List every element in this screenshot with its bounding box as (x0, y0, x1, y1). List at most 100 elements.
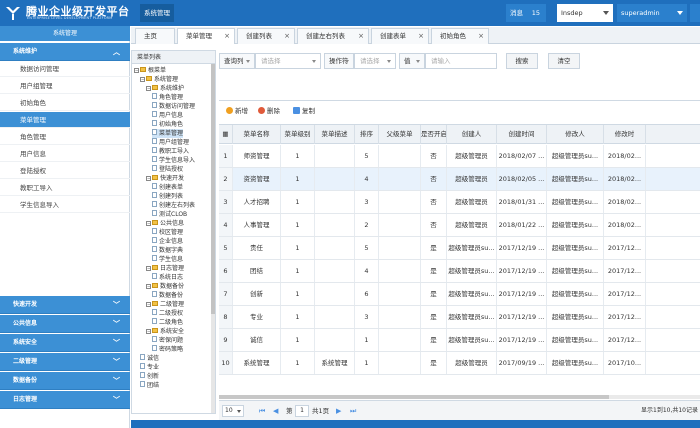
clear-button[interactable]: 清空 (548, 53, 580, 69)
sidebar-section[interactable]: 日志管理 ﹀ (0, 391, 130, 409)
search-button[interactable]: 搜索 (506, 53, 538, 69)
collapse-icon[interactable]: − (146, 284, 151, 289)
user-menu[interactable]: superadmin (617, 4, 687, 22)
tree-scrollbar-thumb[interactable] (211, 64, 215, 314)
table-row[interactable]: 9 诚信 1 1 是超级管理员su... 2017/12/19 ... 超级管理员su...… (219, 329, 700, 352)
query-column-select[interactable]: 请选择 (255, 53, 321, 69)
tree-node[interactable]: 企业信息 (152, 237, 183, 246)
collapse-icon[interactable]: − (140, 77, 145, 82)
grid-column-header[interactable]: 修改人 (547, 125, 604, 144)
table-row[interactable]: 4 人事管理 1 2 否超级管理员 2018/01/22 ... 超级管理员su... 201… (219, 214, 700, 237)
sidebar-item[interactable]: 菜单管理 (0, 112, 130, 128)
tab[interactable]: 主页 (135, 28, 175, 44)
collapse-icon[interactable]: − (146, 302, 151, 307)
collapse-icon[interactable]: − (146, 176, 151, 181)
tree-node[interactable]: 登陆授权 (152, 165, 183, 174)
tree-node[interactable]: 数据字典 (152, 246, 183, 255)
grid-scrollbar-thumb[interactable] (219, 395, 609, 399)
first-page-icon[interactable]: ⏮ (259, 405, 265, 417)
tab[interactable]: 初始角色 × (431, 28, 489, 44)
sidebar-section[interactable]: 公共信息 ﹀ (0, 315, 130, 333)
tree-node[interactable]: 初始角色 (152, 120, 183, 129)
close-icon[interactable]: × (358, 29, 364, 44)
table-row[interactable]: 8 专业 1 3 是超级管理员su... 2017/12/19 ... 超级管理员su...… (219, 306, 700, 329)
sidebar-item[interactable]: 登陆授权 (0, 163, 130, 179)
tree-node[interactable]: 创建表单 (152, 183, 183, 192)
tree-node[interactable]: 二级角色 (152, 318, 183, 327)
tree-node[interactable]: − 系统维护 (146, 84, 184, 93)
tree-node[interactable]: 专业 (140, 363, 159, 372)
tree-node[interactable]: 创新 (140, 372, 159, 381)
tree-node[interactable]: 数据访问管理 (152, 102, 195, 111)
copy-button[interactable]: 复制 (293, 105, 315, 117)
table-row[interactable]: 7 创新 1 6 是超级管理员su... 2017/12/19 ... 超级管理员su...… (219, 283, 700, 306)
prev-page-icon[interactable]: ◀ (273, 405, 278, 417)
table-row[interactable]: 6 团结 1 4 是超级管理员su... 2017/12/19 ... 超级管理员su...… (219, 260, 700, 283)
tree-node[interactable]: 用户组管理 (152, 138, 189, 147)
grid-column-header[interactable]: 创建时间 (497, 125, 547, 144)
tree-node[interactable]: − 数据备份 (146, 282, 184, 291)
next-page-icon[interactable]: ▶ (336, 405, 341, 417)
grid-column-header[interactable]: 父级菜单 (379, 125, 421, 144)
tab[interactable]: 创建左右列表 × (297, 28, 369, 44)
page-number-input[interactable]: 1 (295, 405, 309, 417)
tree-node[interactable]: 团结 (140, 381, 159, 390)
close-icon[interactable]: × (478, 29, 484, 44)
grid-column-header[interactable]: 菜单级别 (281, 125, 315, 144)
sidebar-item[interactable]: 角色管理 (0, 129, 130, 145)
tree-node[interactable]: 密保问题 (152, 336, 183, 345)
system-menu-tab[interactable]: 系统管理 (140, 4, 174, 22)
tree-node[interactable]: − 根菜单 (134, 66, 166, 75)
grid-column-header[interactable]: 是否开启 (421, 125, 447, 144)
delete-button[interactable]: 删除 (258, 105, 280, 117)
tree-node[interactable]: 菜单管理 (152, 129, 184, 138)
sidebar-section[interactable]: 系统安全 ﹀ (0, 334, 130, 352)
close-icon[interactable]: × (418, 29, 424, 44)
sidebar-item[interactable]: 数据访问管理 (0, 61, 130, 77)
collapse-icon[interactable]: − (146, 221, 151, 226)
tree-node[interactable]: 测试CLOB (152, 210, 187, 219)
sidebar-section[interactable]: 二级管理 ﹀ (0, 353, 130, 371)
tree-node[interactable]: 诚信 (140, 354, 159, 363)
collapse-icon[interactable]: − (146, 266, 151, 271)
grid-column-header[interactable]: 菜单描述 (315, 125, 355, 144)
grid-column-header[interactable]: 菜单名称 (233, 125, 281, 144)
tree-node[interactable]: − 系统管理 (140, 75, 178, 84)
tab[interactable]: 创建列表 × (237, 28, 295, 44)
tree-node[interactable]: 创建列表 (152, 192, 183, 201)
grid-column-header[interactable]: 排序 (355, 125, 379, 144)
table-row[interactable]: 2 资资管理 1 4 否超级管理员 2018/02/05 ... 超级管理员su... 201… (219, 168, 700, 191)
table-row[interactable]: 1 师资管理 1 5 否超级管理员 2018/02/07 ... 超级管理员su... 201… (219, 145, 700, 168)
value-input[interactable]: 请输入 (425, 53, 497, 69)
tab[interactable]: 菜单管理 × (177, 28, 235, 44)
sidebar-item[interactable]: 用户组管理 (0, 78, 130, 94)
sidebar-section[interactable]: 快速开发 ﹀ (0, 296, 130, 314)
grid-horizontal-scrollbar[interactable] (219, 395, 700, 399)
grid-column-header[interactable]: 修改时 (604, 125, 646, 144)
sidebar-item[interactable]: 用户信息 (0, 146, 130, 162)
messages-button[interactable]: 消息 15 (506, 4, 546, 22)
tree-node[interactable]: 系统日志 (152, 273, 183, 282)
close-icon[interactable]: × (224, 29, 230, 44)
collapse-icon[interactable]: − (146, 329, 151, 334)
operator-select[interactable]: 请选择 (354, 53, 396, 69)
table-row[interactable]: 10 系统管理 1 系统管理 1 是超级管理员 2017/09/19 ... 超级管理员su.… (219, 352, 700, 375)
sidebar-section-main[interactable]: 系统维护 ︿ (0, 43, 130, 61)
grid-header-corner-icon[interactable]: ▦ (219, 125, 233, 144)
tree-node[interactable]: 角色管理 (152, 93, 183, 102)
dept-select[interactable]: Insdep (557, 4, 613, 22)
tree-node[interactable]: 教职工导入 (152, 147, 189, 156)
tree-node[interactable]: − 日志管理 (146, 264, 184, 273)
tree-node[interactable]: − 系统安全 (146, 327, 184, 336)
tree-node[interactable]: − 二级管理 (146, 300, 184, 309)
sidebar-item[interactable]: 学生信息导入 (0, 197, 130, 213)
sidebar-item[interactable]: 初始角色 (0, 95, 130, 111)
header-extra-button[interactable] (690, 4, 700, 22)
page-size-select[interactable]: 10 (222, 405, 244, 417)
tree-node[interactable]: 二级授权 (152, 309, 183, 318)
last-page-icon[interactable]: ⏭ (350, 405, 356, 417)
tree-node[interactable]: 密码策略 (152, 345, 183, 354)
sidebar-section[interactable]: 数据备份 ﹀ (0, 372, 130, 390)
collapse-icon[interactable]: − (146, 86, 151, 91)
table-row[interactable]: 5 责任 1 5 是超级管理员su... 2017/12/19 ... 超级管理员su...… (219, 237, 700, 260)
